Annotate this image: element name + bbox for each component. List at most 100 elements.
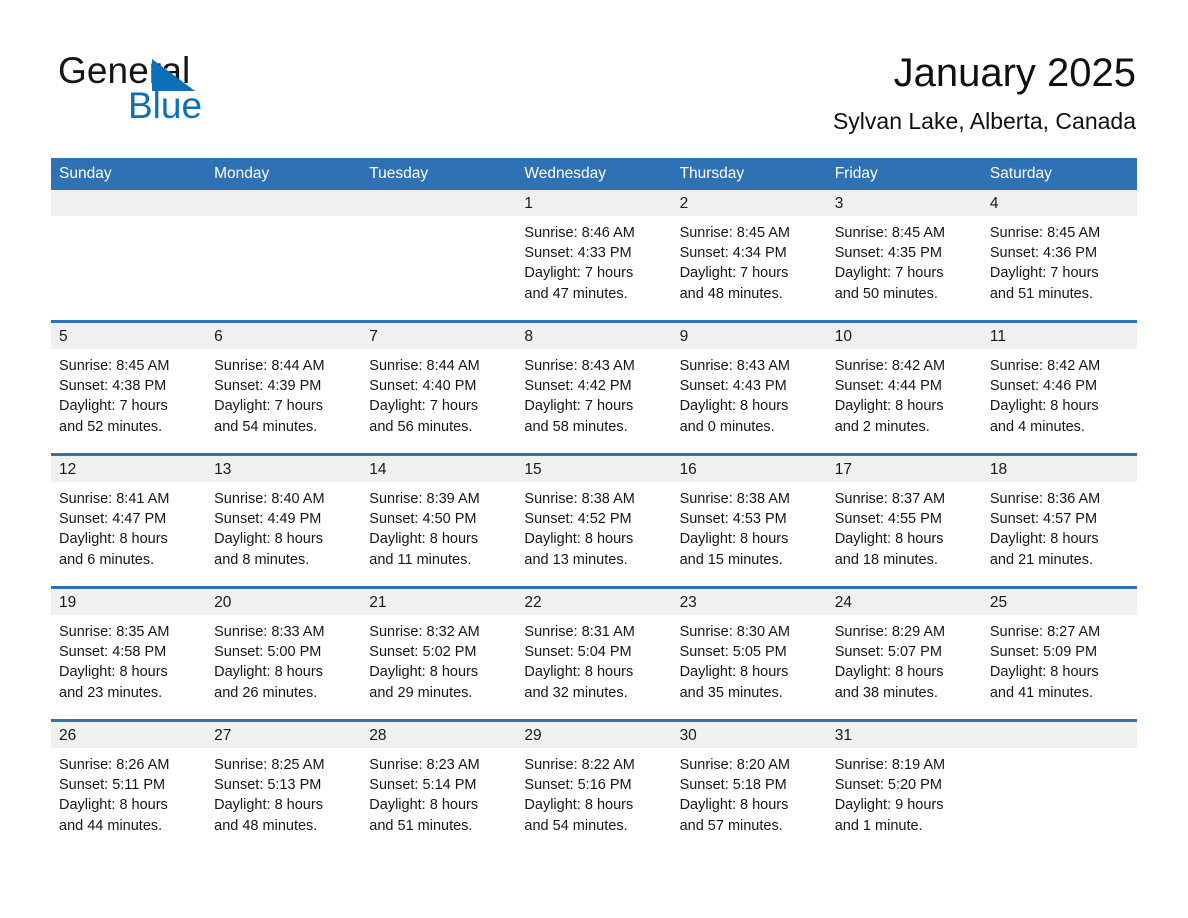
daylight-duration-line2: and 41 minutes.	[989, 684, 1094, 701]
sunrise-time: Sunrise: 8:45 AM	[59, 358, 170, 374]
calendar-day-cell[interactable]: 29 Sunrise: 8:22 AM Sunset: 5:16 PM Dayligh…	[516, 722, 672, 852]
daylight-duration-line1: Daylight: 8 hours	[834, 398, 944, 415]
calendar-weeks: 1 Sunrise: 8:46 AM Sunset: 4:33 PM Daylight…	[51, 190, 1137, 852]
calendar-day-cell[interactable]: 4 Sunrise: 8:45 AM Sunset: 4:36 PM Daylight…	[981, 190, 1137, 320]
calendar-day-cell[interactable]: 8 Sunrise: 8:43 AM Sunset: 4:42 PM Daylight…	[516, 323, 672, 453]
daylight-duration-line1: Daylight: 7 hours	[214, 398, 323, 415]
calendar-day-cell[interactable]: 19 Sunrise: 8:35 AM Sunset: 4:58 PM Dayligh…	[51, 589, 207, 719]
day-number: 6	[206, 323, 362, 349]
calendar-day-cell[interactable]: 25 Sunrise: 8:27 AM Sunset: 5:09 PM Dayligh…	[981, 589, 1137, 719]
sunset-time: Sunset: 4:50 PM	[369, 511, 477, 528]
calendar-day-cell[interactable]: 10 Sunrise: 8:42 AM Sunset: 4:44 PM Dayligh…	[826, 323, 982, 453]
daylight-duration-line1: Daylight: 8 hours	[989, 664, 1099, 681]
calendar-day-cell[interactable]: 14 Sunrise: 8:39 AM Sunset: 4:50 PM Dayligh…	[361, 456, 517, 586]
day-number: 22	[516, 589, 672, 615]
sunrise-time: Sunrise: 8:22 AM	[524, 757, 635, 773]
sunrise-time: Sunrise: 8:44 AM	[369, 358, 480, 374]
calendar-day-cell[interactable]: 24 Sunrise: 8:29 AM Sunset: 5:07 PM Dayligh…	[826, 589, 982, 719]
day-details: Sunrise: 8:45 AM Sunset: 4:35 PM Daylight:…	[827, 216, 982, 304]
calendar-day-cell[interactable]: 20 Sunrise: 8:33 AM Sunset: 5:00 PM Dayligh…	[206, 589, 362, 719]
daylight-duration-line2: and 2 minutes.	[834, 418, 930, 435]
sunset-time: Sunset: 4:35 PM	[834, 245, 942, 262]
day-number: 23	[671, 589, 827, 615]
calendar-day-cell[interactable]: 28 Sunrise: 8:23 AM Sunset: 5:14 PM Dayligh…	[361, 722, 517, 852]
day-number: 26	[51, 722, 207, 748]
day-number: 2	[671, 190, 827, 216]
calendar-day-cell[interactable]: 30 Sunrise: 8:20 AM Sunset: 5:18 PM Dayligh…	[671, 722, 827, 852]
calendar-day-cell[interactable]: 2 Sunrise: 8:45 AM Sunset: 4:34 PM Daylight…	[671, 190, 827, 320]
calendar-day-cell[interactable]: 22 Sunrise: 8:31 AM Sunset: 5:04 PM Dayligh…	[516, 589, 672, 719]
daylight-duration-line1: Daylight: 8 hours	[214, 531, 323, 548]
day-number: 13	[206, 456, 362, 482]
calendar-day-cell[interactable]: 3 Sunrise: 8:45 AM Sunset: 4:35 PM Daylight…	[826, 190, 982, 320]
calendar-week-row: 26 Sunrise: 8:26 AM Sunset: 5:11 PM Dayligh…	[51, 719, 1137, 852]
sunset-time: Sunset: 4:34 PM	[679, 245, 787, 262]
calendar-day-cell[interactable]: 23 Sunrise: 8:30 AM Sunset: 5:05 PM Dayligh…	[671, 589, 827, 719]
day-details: Sunrise: 8:22 AM Sunset: 5:16 PM Daylight:…	[516, 748, 671, 836]
calendar-day-cell-empty	[51, 190, 207, 320]
day-details: Sunrise: 8:27 AM Sunset: 5:09 PM Daylight:…	[982, 615, 1137, 703]
calendar-day-cell[interactable]: 18 Sunrise: 8:36 AM Sunset: 4:57 PM Dayligh…	[981, 456, 1137, 586]
daylight-duration-line2: and 18 minutes.	[834, 551, 938, 568]
calendar-table: Sunday Monday Tuesday Wednesday Thursday…	[51, 158, 1137, 852]
daylight-duration-line1: Daylight: 8 hours	[679, 664, 789, 681]
generalblue-logo[interactable]: General Blue	[58, 50, 378, 126]
daylight-duration-line2: and 8 minutes.	[214, 551, 310, 568]
title-block: January 2025 Sylvan Lake, Alberta, Canad…	[833, 48, 1136, 136]
calendar-day-cell[interactable]: 17 Sunrise: 8:37 AM Sunset: 4:55 PM Dayligh…	[826, 456, 982, 586]
sunrise-time: Sunrise: 8:37 AM	[834, 491, 946, 507]
daylight-duration-line2: and 26 minutes.	[214, 684, 318, 701]
day-number	[206, 190, 362, 216]
day-details: Sunrise: 8:42 AM Sunset: 4:46 PM Daylight:…	[982, 349, 1137, 437]
day-details: Sunrise: 8:45 AM Sunset: 4:38 PM Daylight:…	[51, 349, 206, 437]
daylight-duration-line1: Daylight: 7 hours	[524, 398, 634, 415]
daylight-duration-line1: Daylight: 7 hours	[369, 398, 479, 415]
calendar-day-cell-empty	[206, 190, 362, 320]
calendar-day-cell[interactable]: 12 Sunrise: 8:41 AM Sunset: 4:47 PM Dayligh…	[51, 456, 207, 586]
calendar-day-cell[interactable]: 6 Sunrise: 8:44 AM Sunset: 4:39 PM Daylight…	[206, 323, 362, 453]
daylight-duration-line2: and 32 minutes.	[524, 684, 628, 701]
day-number	[361, 190, 517, 216]
calendar-day-cell[interactable]: 26 Sunrise: 8:26 AM Sunset: 5:11 PM Dayligh…	[51, 722, 207, 852]
calendar-day-cell[interactable]: 21 Sunrise: 8:32 AM Sunset: 5:02 PM Dayligh…	[361, 589, 517, 719]
sunrise-time: Sunrise: 8:42 AM	[834, 358, 946, 374]
calendar-week-row: 1 Sunrise: 8:46 AM Sunset: 4:33 PM Daylight…	[51, 190, 1137, 320]
weekday-header-row: Sunday Monday Tuesday Wednesday Thursday…	[51, 158, 1137, 190]
daylight-duration-line1: Daylight: 8 hours	[214, 797, 323, 814]
day-number: 27	[206, 722, 362, 748]
calendar-day-cell[interactable]: 13 Sunrise: 8:40 AM Sunset: 4:49 PM Dayligh…	[206, 456, 362, 586]
day-details: Sunrise: 8:45 AM Sunset: 4:36 PM Daylight:…	[982, 216, 1137, 304]
sunset-time: Sunset: 5:00 PM	[214, 644, 322, 661]
calendar-day-cell[interactable]: 15 Sunrise: 8:38 AM Sunset: 4:52 PM Dayligh…	[516, 456, 672, 586]
daylight-duration-line2: and 54 minutes.	[214, 418, 318, 435]
sunrise-time: Sunrise: 8:31 AM	[524, 624, 635, 640]
day-number: 9	[671, 323, 827, 349]
sunrise-time: Sunrise: 8:23 AM	[369, 757, 480, 773]
daylight-duration-line1: Daylight: 8 hours	[369, 797, 479, 814]
daylight-duration-line2: and 44 minutes.	[59, 817, 163, 834]
day-details: Sunrise: 8:43 AM Sunset: 4:42 PM Daylight:…	[516, 349, 671, 437]
calendar-day-cell[interactable]: 11 Sunrise: 8:42 AM Sunset: 4:46 PM Dayligh…	[981, 323, 1137, 453]
daylight-duration-line1: Daylight: 8 hours	[524, 664, 634, 681]
calendar-day-cell[interactable]: 16 Sunrise: 8:38 AM Sunset: 4:53 PM Dayligh…	[671, 456, 827, 586]
daylight-duration-line1: Daylight: 9 hours	[834, 797, 944, 814]
day-number	[981, 722, 1137, 748]
daylight-duration-line1: Daylight: 7 hours	[679, 265, 789, 282]
calendar-day-cell[interactable]: 1 Sunrise: 8:46 AM Sunset: 4:33 PM Daylight…	[516, 190, 672, 320]
calendar-day-cell[interactable]: 9 Sunrise: 8:43 AM Sunset: 4:43 PM Daylight…	[671, 323, 827, 453]
day-number: 14	[361, 456, 517, 482]
weekday-header-monday: Monday	[214, 165, 270, 182]
day-details: Sunrise: 8:30 AM Sunset: 5:05 PM Daylight:…	[672, 615, 827, 703]
daylight-duration-line2: and 6 minutes.	[59, 551, 155, 568]
day-details: Sunrise: 8:23 AM Sunset: 5:14 PM Daylight:…	[361, 748, 516, 836]
sunset-time: Sunset: 4:33 PM	[524, 245, 632, 262]
calendar-day-cell[interactable]: 27 Sunrise: 8:25 AM Sunset: 5:13 PM Dayligh…	[206, 722, 362, 852]
weekday-header-saturday: Saturday	[989, 165, 1052, 182]
daylight-duration-line2: and 56 minutes.	[369, 418, 473, 435]
sunrise-time: Sunrise: 8:39 AM	[369, 491, 480, 507]
calendar-day-cell[interactable]: 31 Sunrise: 8:19 AM Sunset: 5:20 PM Dayligh…	[826, 722, 982, 852]
calendar-day-cell[interactable]: 7 Sunrise: 8:44 AM Sunset: 4:40 PM Daylight…	[361, 323, 517, 453]
calendar-day-cell[interactable]: 5 Sunrise: 8:45 AM Sunset: 4:38 PM Daylight…	[51, 323, 207, 453]
day-number: 24	[826, 589, 982, 615]
sunset-time: Sunset: 4:57 PM	[989, 511, 1098, 528]
